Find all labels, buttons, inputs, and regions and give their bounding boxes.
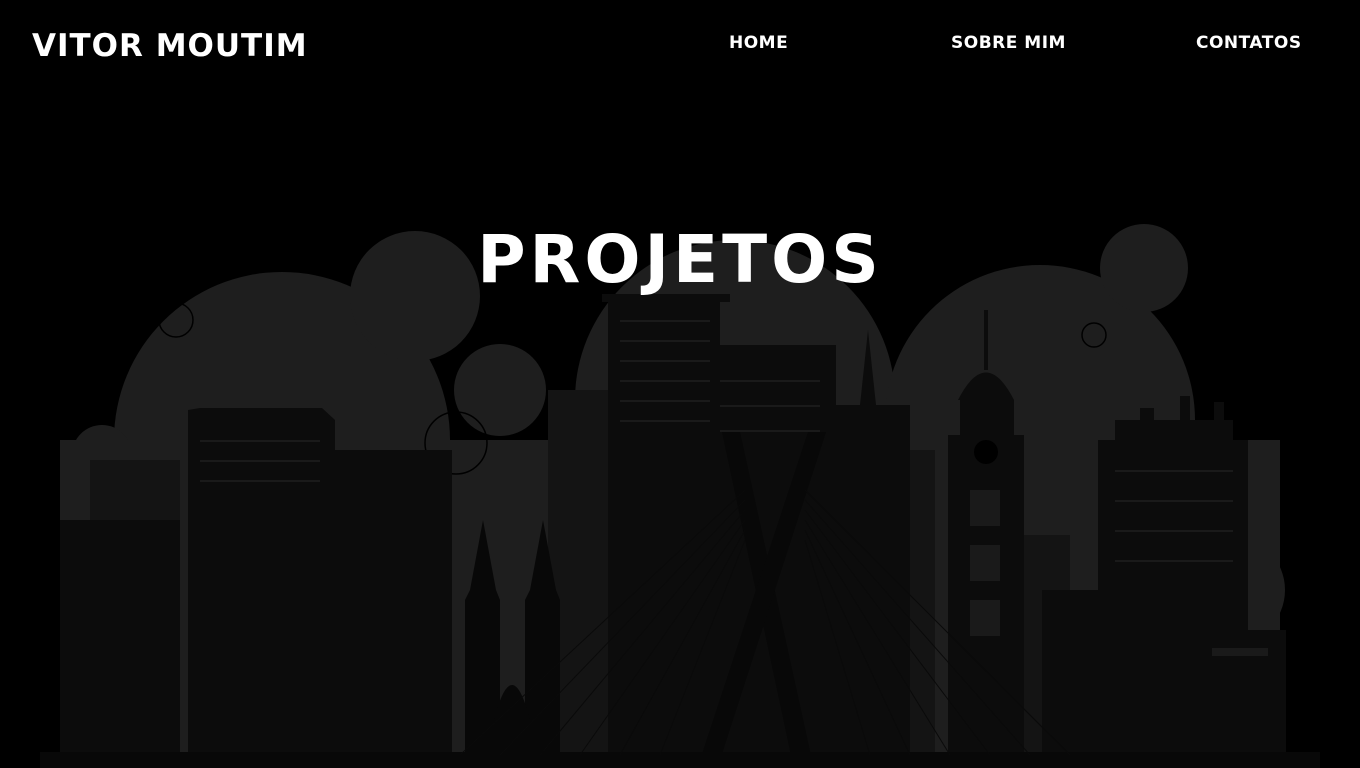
backdrop-circle [454,344,546,436]
window-stripe [720,380,820,382]
window-stripe [200,480,320,482]
window-stripe [1212,648,1268,656]
tower-clock [974,440,998,464]
building [948,435,1024,760]
window-stripe [720,405,820,407]
page-title: PROJETOS [477,221,883,299]
window-stripe [620,320,710,322]
site-header: VITOR MOUTIM HOME SOBRE MIM CONTATOS [0,0,1360,90]
window-stripe [970,545,1000,581]
building [312,450,452,760]
building [1180,396,1190,422]
window-stripe [970,490,1000,526]
window-stripe [200,460,320,462]
window-stripe [720,430,820,432]
building [60,520,180,760]
window-stripe [1115,560,1233,562]
ground [40,752,1320,768]
window-stripe [620,360,710,362]
building [1115,420,1233,445]
city-skyline-illustration [40,224,1320,768]
building [1214,402,1224,422]
window-stripe [620,380,710,382]
window-stripe [620,340,710,342]
nav-link-sobre-mim[interactable]: SOBRE MIM [951,33,1066,53]
building [1140,408,1154,422]
window-stripe [620,420,710,422]
window-stripe [1115,500,1233,502]
window-stripe [1115,530,1233,532]
window-stripe [200,440,320,442]
building [984,310,988,370]
building [1042,590,1102,760]
site-logo[interactable]: VITOR MOUTIM [32,28,308,64]
nav-link-contatos[interactable]: CONTATOS [1196,33,1302,53]
building [960,400,1014,440]
window-stripe [970,600,1000,636]
nav-link-home[interactable]: HOME [729,33,788,53]
window-stripe [1115,470,1233,472]
window-stripe [620,400,710,402]
